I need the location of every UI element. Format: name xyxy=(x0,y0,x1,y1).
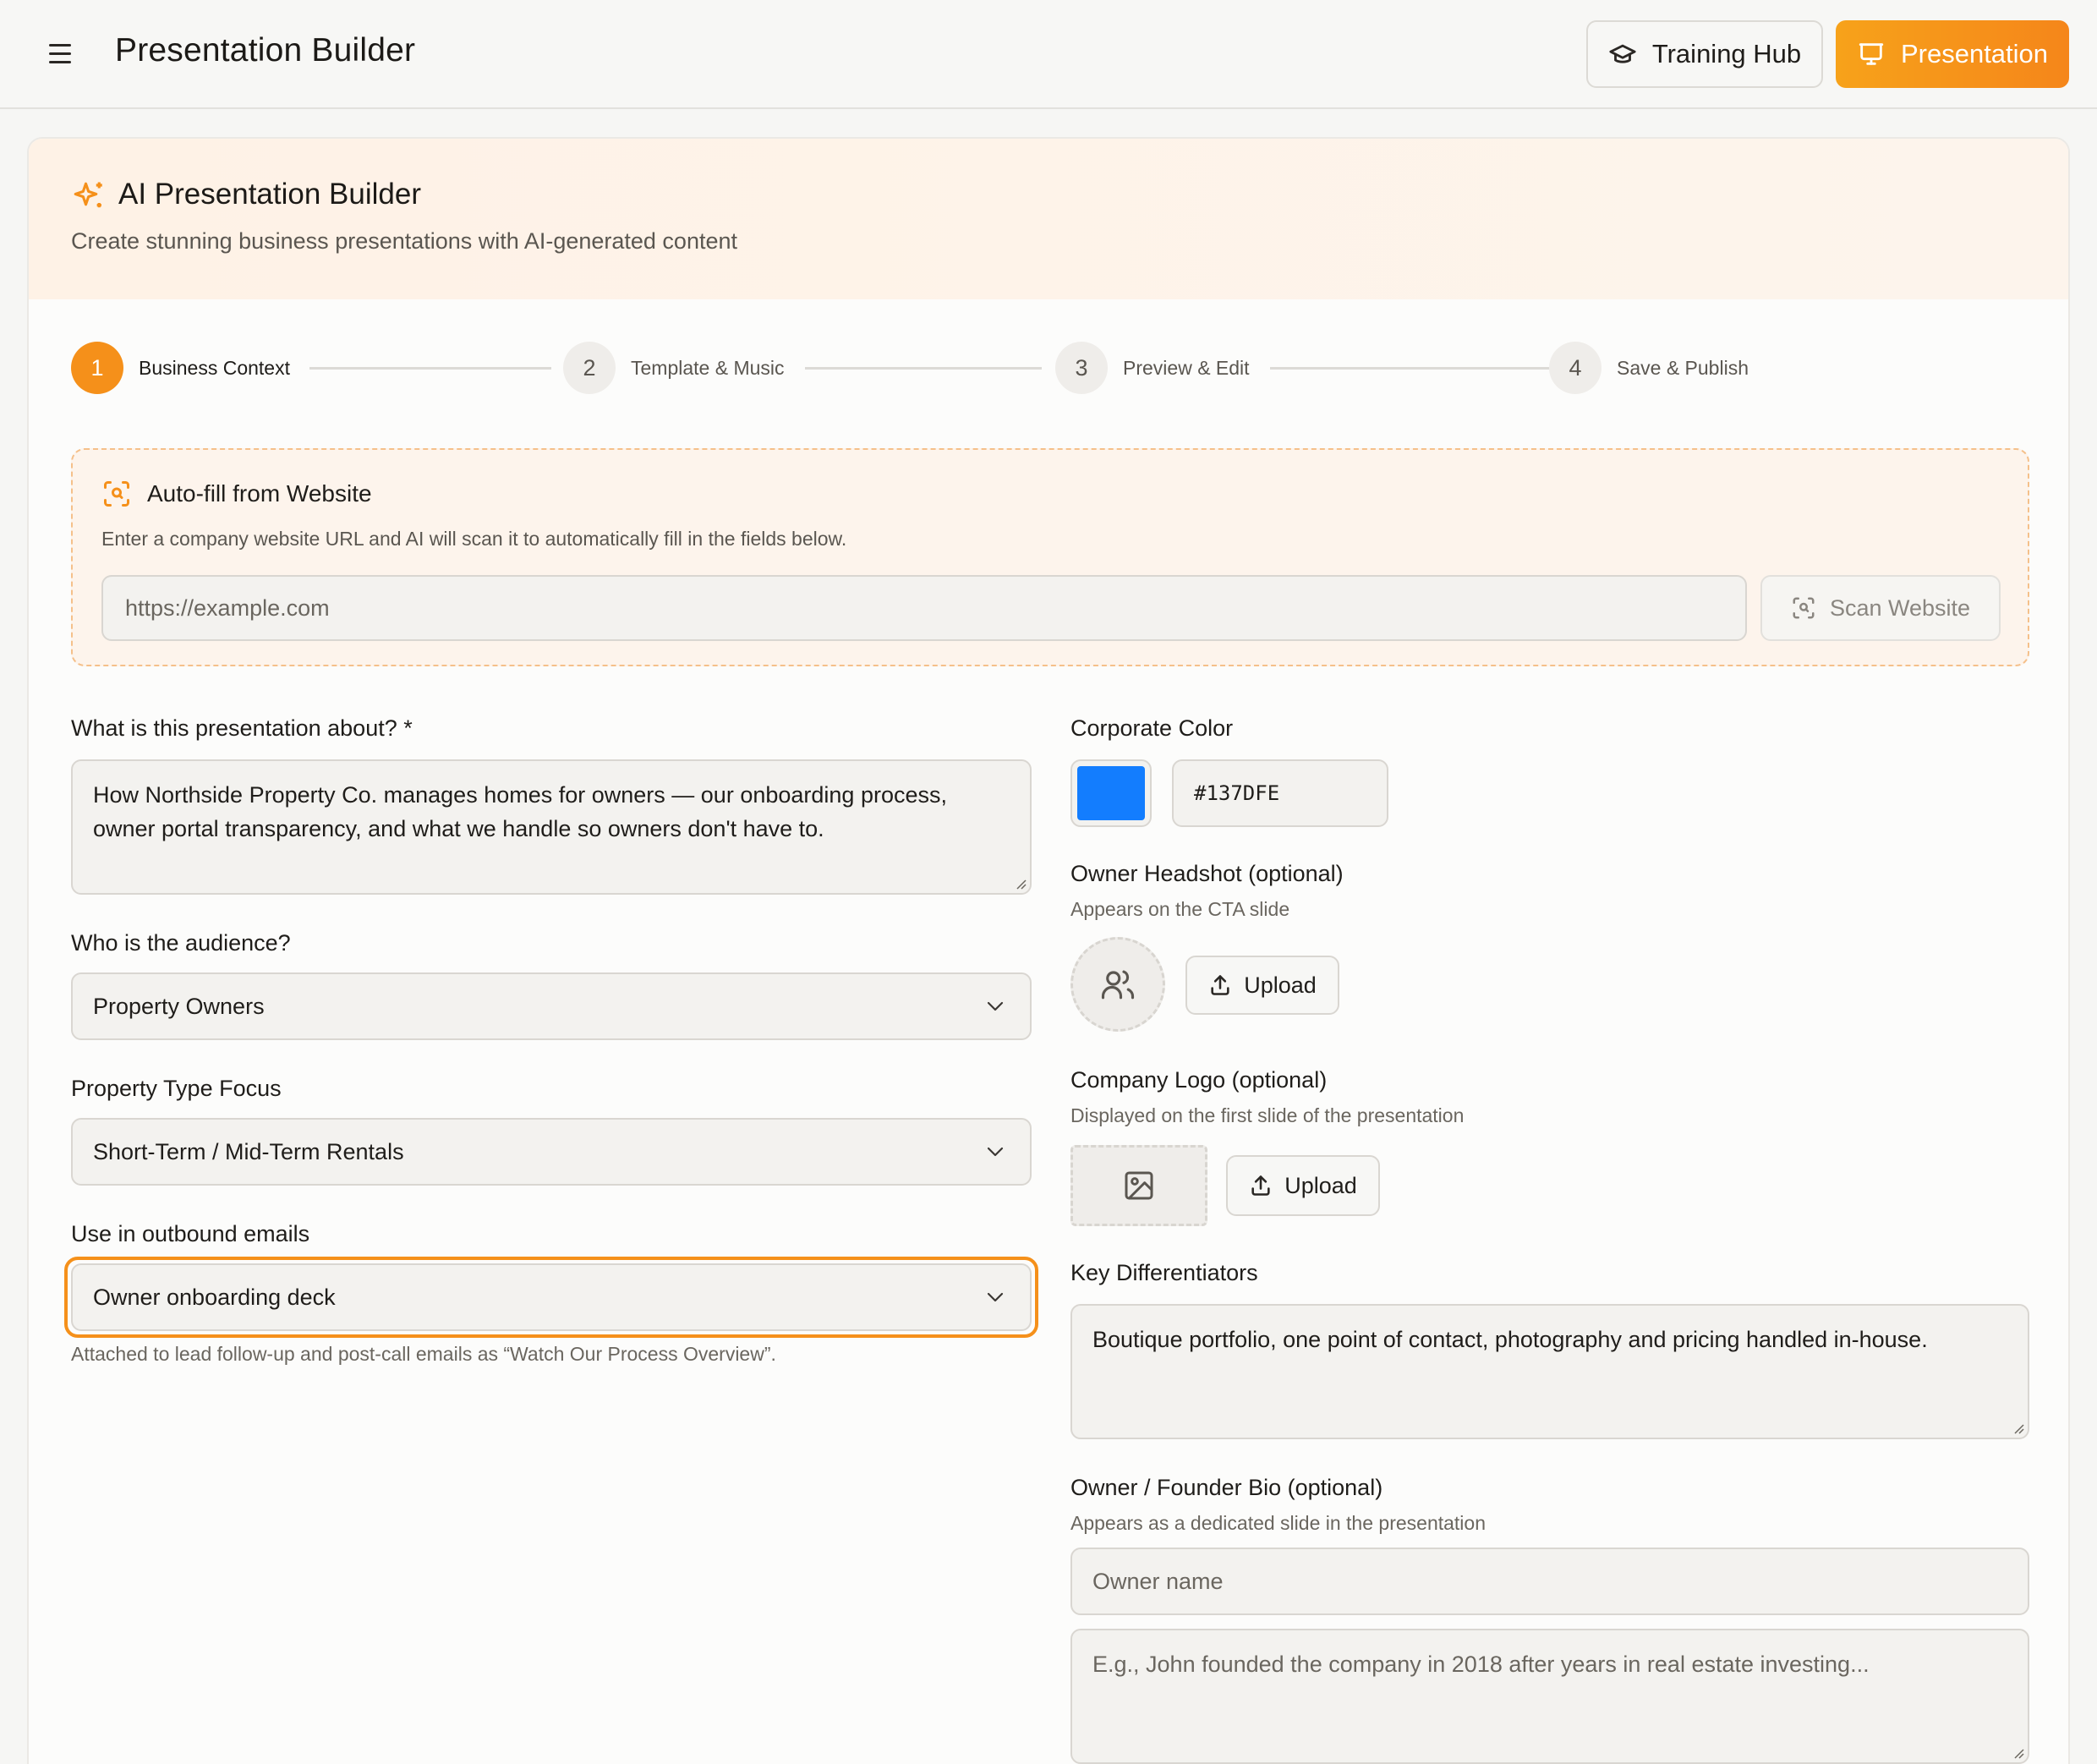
card-title: AI Presentation Builder xyxy=(118,178,421,211)
autofill-panel: Auto-fill from Website Enter a company w… xyxy=(71,448,2029,666)
outbound-value: Owner onboarding deck xyxy=(93,1284,336,1310)
sparkle-icon xyxy=(74,182,102,208)
upload-icon xyxy=(1211,975,1229,995)
differentiators-value: Boutique portfolio, one point of contact… xyxy=(1092,1327,1928,1352)
scan-icon xyxy=(104,481,129,507)
headshot-upload-button[interactable]: Upload xyxy=(1185,956,1339,1015)
scan-website-label: Scan Website xyxy=(1829,594,1971,621)
autofill-description: Enter a company website URL and AI will … xyxy=(101,528,847,550)
headshot-avatar xyxy=(1070,937,1165,1032)
outbound-email-select[interactable]: Owner onboarding deck xyxy=(71,1263,1032,1331)
bio-label: Owner / Founder Bio (optional) xyxy=(1070,1475,1383,1500)
owner-name-input[interactable]: Owner name xyxy=(1070,1548,2029,1615)
chevron-down-icon xyxy=(987,1001,1004,1011)
step-2-label[interactable]: Template & Music xyxy=(631,357,785,380)
presentation-icon xyxy=(1859,43,1884,65)
chevron-down-icon xyxy=(987,1147,1004,1157)
logo-hint: Displayed on the first slide of the pres… xyxy=(1070,1104,1465,1126)
logo-upload-label: Upload xyxy=(1284,1172,1357,1198)
about-textarea[interactable]: How Northside Property Co. manages homes… xyxy=(71,759,1032,895)
chevron-down-icon xyxy=(987,1292,1004,1302)
property-type-select[interactable]: Short-Term / Mid-Term Rentals xyxy=(71,1118,1032,1186)
headshot-hint: Appears on the CTA slide xyxy=(1070,898,1290,920)
property-type-label: Property Type Focus xyxy=(71,1076,282,1101)
scan-website-button[interactable]: Scan Website xyxy=(1760,575,2001,641)
card-subtitle: Create stunning business presentations w… xyxy=(71,228,737,254)
resize-handle-icon[interactable] xyxy=(1015,878,1027,890)
autofill-title: Auto-fill from Website xyxy=(147,480,372,507)
step-4-circle[interactable]: 4 xyxy=(1549,342,1601,394)
bio-hint: Appears as a dedicated slide in the pres… xyxy=(1070,1512,1486,1534)
differentiators-label: Key Differentiators xyxy=(1070,1260,1258,1285)
about-label: What is this presentation about? * xyxy=(71,715,413,741)
outbound-label: Use in outbound emails xyxy=(71,1221,310,1246)
menu-icon[interactable] xyxy=(49,44,74,66)
audience-label: Who is the audience? xyxy=(71,930,291,956)
scan-icon xyxy=(1793,597,1815,619)
image-icon xyxy=(1125,1171,1153,1200)
page-title: Presentation Builder xyxy=(115,32,416,68)
card-header: AI Presentation Builder Create stunning … xyxy=(29,139,2068,299)
bio-textarea[interactable]: E.g., John founded the company in 2018 a… xyxy=(1070,1629,2029,1764)
audience-select[interactable]: Property Owners xyxy=(71,972,1032,1040)
corporate-color-label: Corporate Color xyxy=(1070,715,1234,741)
step-2-circle[interactable]: 2 xyxy=(563,342,616,394)
differentiators-textarea[interactable]: Boutique portfolio, one point of contact… xyxy=(1070,1304,2029,1439)
step-1-label[interactable]: Business Context xyxy=(139,357,290,380)
step-1-circle[interactable]: 1 xyxy=(71,342,123,394)
step-3-circle[interactable]: 3 xyxy=(1055,342,1108,394)
headshot-label: Owner Headshot (optional) xyxy=(1070,861,1344,886)
property-type-value: Short-Term / Mid-Term Rentals xyxy=(93,1138,404,1164)
step-3-label[interactable]: Preview & Edit xyxy=(1123,357,1250,380)
website-url-input[interactable]: https://example.com xyxy=(101,575,1747,641)
headshot-upload-label: Upload xyxy=(1244,972,1317,998)
step-connector xyxy=(805,367,1042,370)
audience-value: Property Owners xyxy=(93,993,265,1019)
upload-icon xyxy=(1251,1175,1270,1196)
color-swatch xyxy=(1077,766,1145,820)
training-hub-button[interactable]: Training Hub xyxy=(1586,20,1823,88)
builder-card: AI Presentation Builder Create stunning … xyxy=(27,137,2070,1764)
resize-handle-icon[interactable] xyxy=(2012,1422,2024,1434)
about-value: How Northside Property Co. manages homes… xyxy=(93,782,947,841)
logo-label: Company Logo (optional) xyxy=(1070,1067,1328,1093)
graduation-cap-icon xyxy=(1609,44,1636,63)
resize-handle-icon[interactable] xyxy=(2012,1747,2024,1759)
training-hub-label: Training Hub xyxy=(1651,39,1802,68)
bio-placeholder: E.g., John founded the company in 2018 a… xyxy=(1092,1652,1870,1677)
color-hex-input[interactable]: #137DFE xyxy=(1172,759,1388,827)
step-4-label[interactable]: Save & Publish xyxy=(1617,357,1749,380)
users-icon xyxy=(1101,970,1135,1000)
step-connector xyxy=(1270,367,1563,370)
presentation-button[interactable]: Presentation xyxy=(1836,20,2069,88)
outbound-hint: Attached to lead follow-up and post-call… xyxy=(71,1343,776,1365)
logo-placeholder xyxy=(1070,1145,1207,1226)
color-picker[interactable] xyxy=(1070,759,1152,827)
step-connector xyxy=(309,367,551,370)
top-bar: Presentation Builder Training Hub Presen… xyxy=(0,0,2097,109)
logo-upload-button[interactable]: Upload xyxy=(1226,1155,1380,1216)
presentation-label: Presentation xyxy=(1900,39,2049,68)
